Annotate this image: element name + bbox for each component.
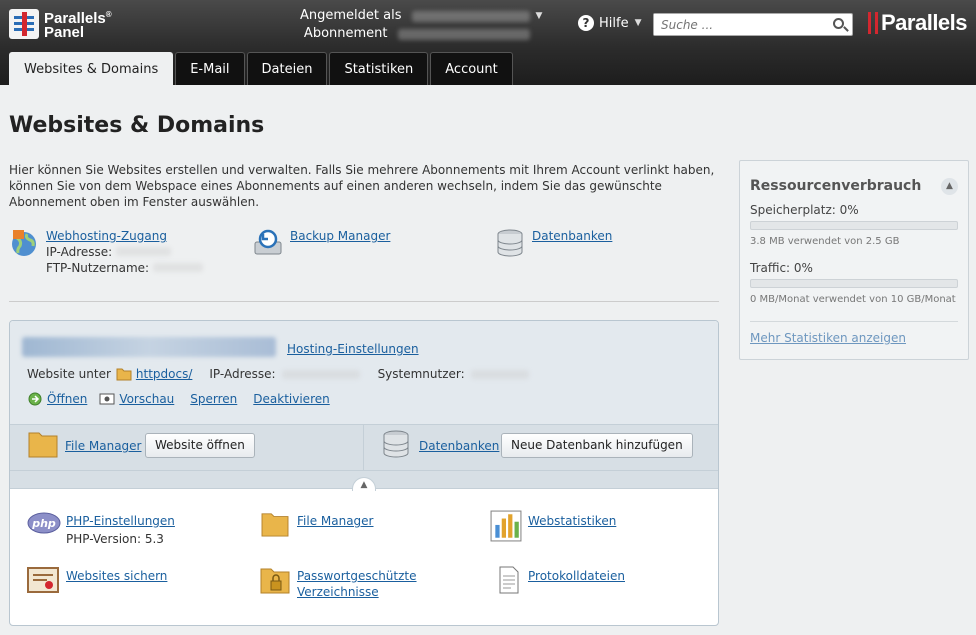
storage-progress-bar (750, 221, 958, 230)
php-settings-link[interactable]: PHP-Einstellungen (66, 514, 175, 528)
databases-link[interactable]: Datenbanken (532, 228, 612, 244)
username-redacted[interactable] (411, 10, 530, 22)
parallels-panel-logo[interactable]: Parallels® Panel (9, 8, 112, 40)
deactivate-link[interactable]: Deaktivieren (253, 392, 329, 406)
ftp-label: FTP-Nutzername: (46, 261, 150, 275)
protected-directories-link-line2[interactable]: Verzeichnisse (297, 585, 379, 599)
tab-statistics[interactable]: Statistiken (329, 52, 429, 85)
backup-manager-link[interactable]: Backup Manager (290, 228, 390, 244)
subscription-label: Abonnement (303, 26, 388, 41)
logged-in-label: Angemeldet als (300, 8, 402, 23)
svg-text:php: php (31, 517, 56, 530)
httpdocs-link[interactable]: httpdocs/ (136, 367, 192, 381)
page-title: Websites & Domains (9, 113, 265, 138)
open-website-button[interactable]: Website öffnen (145, 433, 255, 458)
domain-panel: Hosting-Einstellungen Website unter http… (9, 320, 719, 626)
chevron-up-icon: ▲ (946, 181, 953, 191)
file-manager-tool-link[interactable]: File Manager (297, 514, 374, 528)
parallels-bars-icon (868, 12, 878, 34)
ftp-user-redacted (152, 263, 203, 272)
login-info: Angemeldet als ▼ Abonnement ▼ (300, 7, 542, 43)
site-info-row: Website unter httpdocs/ IP-Adresse: Syst… (27, 367, 529, 381)
webhosting-access-link[interactable]: Webhosting-Zugang (46, 228, 203, 244)
web-statistics-link[interactable]: Webstatistiken (528, 514, 616, 528)
resource-usage-title: Ressourcenverbrauch (750, 178, 922, 194)
tab-files[interactable]: Dateien (246, 52, 328, 85)
top-header: Parallels® Panel Angemeldet als ▼ Abonne… (0, 0, 976, 85)
database-icon (383, 430, 409, 458)
add-database-button[interactable]: Neue Datenbank hinzufügen (501, 433, 693, 458)
more-statistics-link[interactable]: Mehr Statistiken anzeigen (750, 331, 906, 345)
file-manager-link[interactable]: File Manager (65, 439, 142, 453)
storage-label: Speicherplatz: 0% (750, 203, 859, 217)
traffic-detail: 0 MB/Monat verwendet von 10 GB/Monat (750, 294, 956, 305)
preview-icon (99, 393, 115, 405)
preview-link[interactable]: Vorschau (119, 392, 174, 406)
help-label: Hilfe (599, 15, 629, 31)
hosting-settings-link[interactable]: Hosting-Einstellungen (287, 342, 419, 356)
logo-text: Parallels® Panel (44, 10, 112, 41)
search-input[interactable] (654, 14, 824, 35)
system-user-label: Systemnutzer: (377, 367, 465, 381)
ip-redacted (281, 369, 360, 379)
website-at-label: Website unter (27, 367, 111, 381)
backup-manager: Backup Manager (253, 228, 390, 258)
tab-account[interactable]: Account (430, 52, 513, 85)
resource-usage-panel: Ressourcenverbrauch ▲ Speicherplatz: 0% … (739, 160, 969, 360)
search-icon[interactable] (833, 18, 844, 29)
php-version: PHP-Version: 5.3 (66, 532, 164, 546)
chevron-down-icon[interactable]: ▼ (536, 7, 543, 25)
backup-icon (254, 229, 282, 255)
ip-redacted (116, 247, 172, 256)
divider (9, 301, 719, 302)
main-tabs: Websites & Domains E-Mail Dateien Statis… (9, 52, 515, 85)
help-icon: ? (578, 15, 594, 31)
folder-icon (261, 513, 289, 537)
parallels-brand-logo: Parallels (868, 10, 968, 36)
log-file-icon (499, 566, 519, 594)
search-box (653, 13, 853, 36)
protected-directories-link[interactable]: Passwortgeschützte (297, 569, 417, 583)
traffic-progress-bar (750, 279, 958, 288)
chevron-down-icon: ▼ (634, 18, 642, 28)
tab-email[interactable]: E-Mail (175, 52, 245, 85)
panel-logo-icon (9, 9, 39, 39)
databases-link[interactable]: Datenbanken (419, 439, 499, 453)
chevron-up-icon: ▲ (360, 480, 368, 490)
domain-name-redacted[interactable] (22, 337, 276, 357)
locked-folder-icon (260, 568, 290, 594)
folder-icon (116, 368, 132, 381)
intro-text: Hier können Sie Websites erstellen und v… (9, 163, 715, 209)
ip-label: IP-Adresse: (209, 367, 276, 381)
open-icon (28, 392, 42, 406)
system-user-redacted (470, 369, 529, 379)
certificate-icon (27, 567, 59, 593)
suspend-link[interactable]: Sperren (190, 392, 237, 406)
database-icon (497, 229, 523, 257)
open-site-link[interactable]: Öffnen (47, 392, 87, 406)
site-actions: Öffnen Vorschau Sperren Deaktivieren (27, 392, 330, 406)
databases-quick: Datenbanken (495, 228, 612, 258)
log-files-link[interactable]: Protokolldateien (528, 569, 625, 583)
collapse-panel-button[interactable]: ▲ (941, 178, 958, 195)
help-menu[interactable]: ? Hilfe ▼ (578, 15, 642, 31)
folder-icon (28, 432, 58, 458)
statistics-chart-icon (490, 510, 522, 542)
webhosting-access: Webhosting-Zugang IP-Adresse: FTP-Nutzer… (9, 228, 203, 276)
php-icon: php (27, 512, 61, 534)
subscription-redacted[interactable] (397, 28, 530, 40)
globe-icon (12, 230, 36, 256)
ip-label: IP-Adresse: (46, 245, 113, 259)
storage-detail: 3.8 MB verwendet von 2.5 GB (750, 236, 900, 247)
tab-websites-domains[interactable]: Websites & Domains (9, 52, 174, 85)
traffic-label: Traffic: 0% (750, 261, 813, 275)
backup-sites-link[interactable]: Websites sichern (66, 569, 167, 583)
